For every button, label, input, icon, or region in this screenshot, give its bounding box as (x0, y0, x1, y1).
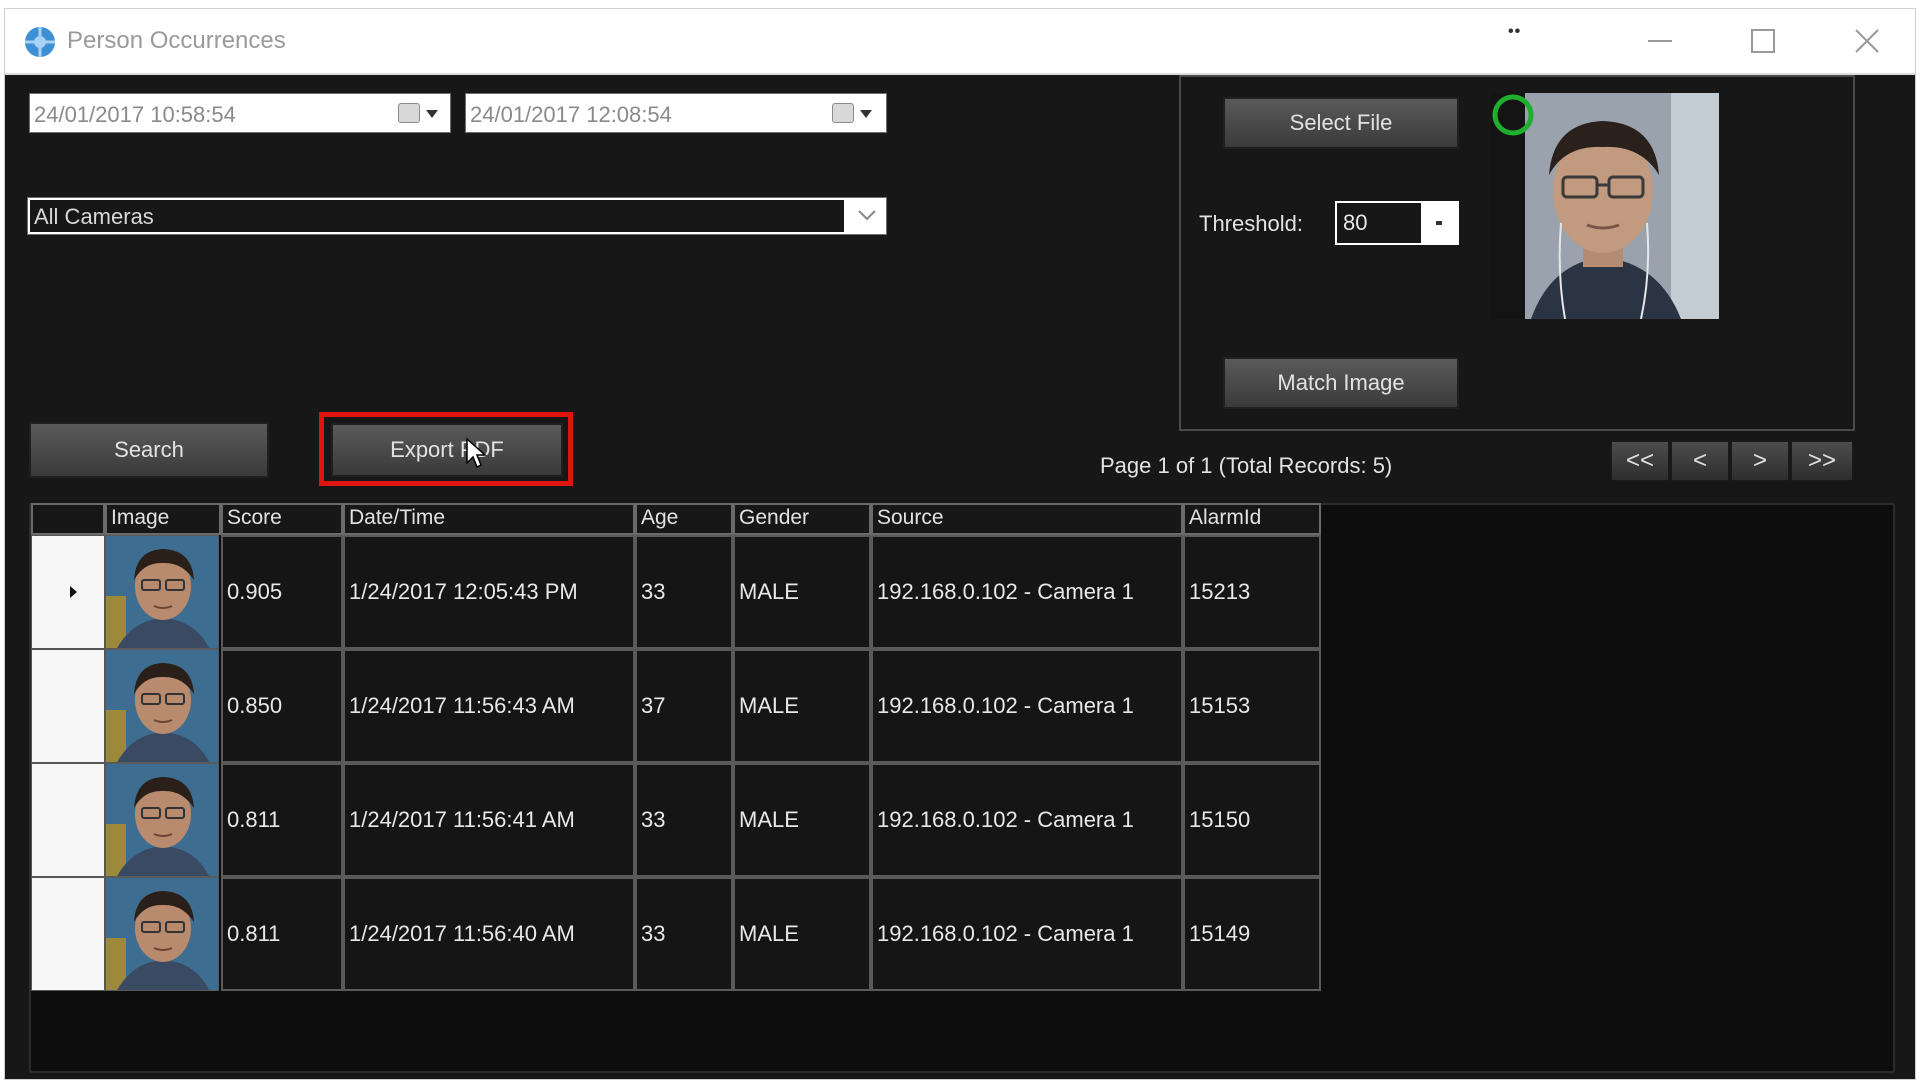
person-occurrences-window: Person Occurrences •• 24/01/2017 10:58:5… (4, 8, 1916, 1080)
select-file-button[interactable]: Select File (1223, 97, 1459, 149)
cell-age[interactable]: 33 (635, 535, 733, 649)
first-page-button[interactable]: << (1611, 441, 1669, 481)
camera-select[interactable]: All Cameras (27, 197, 887, 235)
close-button[interactable] (1837, 19, 1897, 63)
cell-source[interactable]: 192.168.0.102 - Camera 1 (871, 763, 1183, 877)
reference-face-image (1491, 93, 1719, 319)
reference-photo (1491, 93, 1719, 319)
row-selector[interactable] (31, 763, 105, 877)
maximize-icon (1751, 29, 1775, 53)
cell-source[interactable]: 192.168.0.102 - Camera 1 (871, 535, 1183, 649)
dropdown-arrow-icon[interactable] (860, 110, 872, 118)
cell-alarmid[interactable]: 15213 (1183, 535, 1321, 649)
row-selector[interactable] (31, 535, 105, 649)
row-selector-header (31, 503, 105, 535)
minimize-button[interactable] (1630, 19, 1690, 63)
face-thumbnail-image (106, 764, 218, 876)
mouse-cursor-icon (466, 437, 487, 469)
title-bar: Person Occurrences •• (5, 9, 1915, 75)
cell-age[interactable]: 33 (635, 877, 733, 991)
row-thumbnail[interactable] (105, 649, 219, 763)
cell-gender[interactable]: MALE (733, 535, 871, 649)
threshold-label: Threshold: (1199, 211, 1303, 236)
threshold-value: 80 (1343, 210, 1368, 235)
current-row-arrow-icon (70, 586, 77, 598)
cell-datetime[interactable]: 1/24/2017 11:56:41 AM (343, 763, 635, 877)
app-logo-icon (25, 27, 55, 57)
column-header-age[interactable]: Age (635, 503, 733, 535)
search-button[interactable]: Search (29, 422, 269, 478)
column-header-score[interactable]: Score (221, 503, 343, 535)
camera-select-field: All Cameras (30, 200, 844, 232)
cell-score[interactable]: 0.811 (221, 763, 343, 877)
row-selector[interactable] (31, 877, 105, 991)
cell-datetime[interactable]: 1/24/2017 11:56:40 AM (343, 877, 635, 991)
last-page-button[interactable]: >> (1791, 441, 1853, 481)
match-image-button[interactable]: Match Image (1223, 357, 1459, 409)
cell-gender[interactable]: MALE (733, 763, 871, 877)
end-datetime-picker[interactable]: 24/01/2017 12:08:54 (465, 93, 887, 133)
cell-alarmid[interactable]: 15149 (1183, 877, 1321, 991)
cell-alarmid[interactable]: 15153 (1183, 649, 1321, 763)
start-datetime-value: 24/01/2017 10:58:54 (34, 102, 236, 127)
row-thumbnail[interactable] (105, 877, 219, 991)
row-thumbnail[interactable] (105, 535, 219, 649)
cell-source[interactable]: 192.168.0.102 - Camera 1 (871, 877, 1183, 991)
minimize-icon (1648, 40, 1672, 42)
threshold-input[interactable]: 80 (1335, 201, 1459, 245)
window-title: Person Occurrences (67, 27, 286, 54)
cell-gender[interactable]: MALE (733, 877, 871, 991)
row-thumbnail[interactable] (105, 763, 219, 877)
cell-score[interactable]: 0.905 (221, 535, 343, 649)
export-pdf-button[interactable]: Export PDF (331, 423, 563, 477)
cell-gender[interactable]: MALE (733, 649, 871, 763)
close-icon (1855, 29, 1879, 53)
cell-score[interactable]: 0.811 (221, 877, 343, 991)
column-header-image[interactable]: Image (105, 503, 221, 535)
maximize-button[interactable] (1733, 19, 1793, 63)
face-thumbnail-image (106, 878, 218, 990)
next-page-button[interactable]: > (1731, 441, 1789, 481)
cell-datetime[interactable]: 1/24/2017 11:56:43 AM (343, 649, 635, 763)
column-header-datetime[interactable]: Date/Time (343, 503, 635, 535)
column-header-source[interactable]: Source (871, 503, 1183, 535)
column-header-gender[interactable]: Gender (733, 503, 871, 535)
face-thumbnail-image (106, 650, 218, 762)
main-content: 24/01/2017 10:58:54 24/01/2017 12:08:54 … (5, 75, 1915, 1079)
calendar-icon (832, 103, 854, 123)
cell-source[interactable]: 192.168.0.102 - Camera 1 (871, 649, 1183, 763)
previous-page-button[interactable]: < (1671, 441, 1729, 481)
window-indicator: •• (1508, 23, 1522, 40)
column-header-alarmid[interactable]: AlarmId (1183, 503, 1321, 535)
cell-age[interactable]: 37 (635, 649, 733, 763)
chevron-down-icon[interactable] (856, 204, 878, 226)
calendar-icon (398, 103, 420, 123)
face-thumbnail-image (106, 536, 218, 648)
cell-datetime[interactable]: 1/24/2017 12:05:43 PM (343, 535, 635, 649)
pagination-status: Page 1 of 1 (Total Records: 5) (1100, 453, 1393, 478)
row-selector[interactable] (31, 649, 105, 763)
start-datetime-picker[interactable]: 24/01/2017 10:58:54 (29, 93, 451, 133)
camera-select-value: All Cameras (34, 204, 154, 229)
end-datetime-value: 24/01/2017 12:08:54 (470, 102, 672, 127)
cell-age[interactable]: 33 (635, 763, 733, 877)
spinner-arrow-icon (1436, 221, 1442, 225)
cell-alarmid[interactable]: 15150 (1183, 763, 1321, 877)
dropdown-arrow-icon[interactable] (426, 110, 438, 118)
cell-score[interactable]: 0.850 (221, 649, 343, 763)
threshold-spinner[interactable] (1421, 203, 1457, 243)
